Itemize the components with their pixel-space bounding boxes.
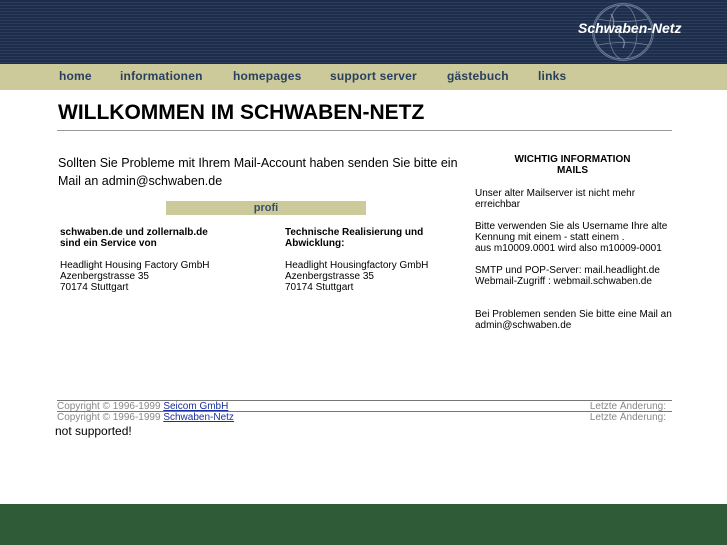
technical-address-line3: 70174 Stuttgart (285, 282, 354, 293)
mail-info-title-line1: WICHTIG INFORMATION (514, 154, 631, 165)
technical-heading-line2: Abwicklung: (285, 238, 345, 249)
mail-info-p1: Unser alter Mailserver ist nicht mehr er… (475, 188, 675, 210)
copyright-text: Copyright © 1996-1999 (57, 412, 164, 423)
technical-block: Technische Realisierung und Abwicklung: … (285, 227, 485, 293)
mail-info-box: WICHTIG INFORMATION MAILS Unser alter Ma… (475, 154, 675, 342)
main-nav: home informationen homepages support ser… (0, 64, 727, 90)
nav-support-server[interactable]: support server (330, 69, 417, 83)
p2-line2: Kennung mit einem - statt einem . (475, 232, 625, 243)
site-logo[interactable]: Schwaben-Netz (578, 20, 681, 36)
service-address-line3: 70174 Stuttgart (60, 282, 129, 293)
technical-address-line2: Azenbergstrasse 35 (285, 271, 374, 282)
mail-info-title: WICHTIG INFORMATION MAILS (475, 154, 670, 176)
p3-line1: SMTP und POP-Server: mail.headlight.de (475, 265, 660, 276)
service-address-line2: Azenbergstrasse 35 (60, 271, 149, 282)
bottom-bar (0, 504, 727, 545)
p1-line1: Unser alter Mailserver ist nicht mehr (475, 188, 636, 199)
title-divider (57, 130, 672, 131)
nav-gaestebuch[interactable]: gästebuch (447, 69, 509, 83)
service-address-line1: Headlight Housing Factory GmbH (60, 260, 210, 271)
mail-info-p3: SMTP und POP-Server: mail.headlight.de W… (475, 265, 675, 287)
p4-line2: admin@schwaben.de (475, 320, 572, 331)
p3-line2: Webmail-Zugriff : webmail.schwaben.de (475, 276, 652, 287)
intro-text: Sollten Sie Probleme mit Ihrem Mail-Acco… (58, 156, 458, 188)
nav-homepages[interactable]: homepages (233, 69, 302, 83)
service-heading-line2: sind ein Service von (60, 238, 157, 249)
nav-home[interactable]: home (59, 69, 92, 83)
header-banner: Schwaben-Netz (0, 0, 727, 64)
last-change-label: Letzte Änderung: (589, 412, 666, 423)
mail-info-p4: Bei Problemen senden Sie bitte eine Mail… (475, 309, 675, 331)
service-provider-block: schwaben.de und zollernalb.de sind ein S… (60, 227, 260, 293)
p2-line1: Bitte verwenden Sie als Username Ihre al… (475, 221, 668, 232)
technical-heading-line1: Technische Realisierung und (285, 227, 424, 238)
nav-links[interactable]: links (538, 69, 566, 83)
page-title: WILLKOMMEN IM SCHWABEN-NETZ (58, 101, 425, 124)
service-heading-line1: schwaben.de und zollernalb.de (60, 227, 208, 238)
p2-line3: aus m10009.0001 wird also m10009-0001 (475, 243, 662, 254)
footer-copyright: Copyright © 1996-1999 Schwaben-Netz (57, 412, 234, 423)
not-supported-text: not supported! (55, 424, 132, 438)
footer-row-schwaben: Copyright © 1996-1999 Schwaben-Netz Letz… (57, 411, 672, 423)
technical-address-line1: Headlight Housingfactory GmbH (285, 260, 429, 271)
mail-info-title-line2: MAILS (556, 165, 589, 176)
schwaben-netz-link[interactable]: Schwaben-Netz (163, 412, 234, 423)
nav-informationen[interactable]: informationen (120, 69, 203, 83)
p4-line1: Bei Problemen senden Sie bitte eine Mail… (475, 309, 672, 320)
mail-info-p2: Bitte verwenden Sie als Username Ihre al… (475, 221, 675, 254)
profi-bar: profi (166, 201, 366, 215)
p1-line2: erreichbar (475, 199, 521, 210)
